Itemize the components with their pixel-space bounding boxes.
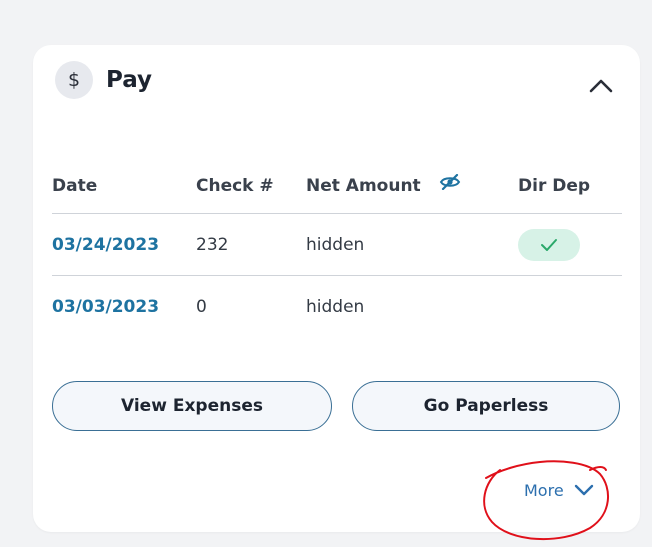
collapse-button[interactable] (586, 71, 616, 101)
check-number-cell: 232 (196, 213, 306, 276)
chevron-up-icon (589, 79, 613, 93)
date-cell: 03/03/2023 (52, 276, 196, 338)
more-label: More (524, 481, 564, 500)
check-date-link[interactable]: 03/24/2023 (52, 235, 159, 255)
net-amount-cell: hidden (306, 296, 365, 317)
header-net-amount-label: Net Amount (306, 176, 421, 196)
eye-slash-icon[interactable] (439, 173, 461, 195)
dir-dep-badge (518, 228, 580, 261)
more-button[interactable]: More (524, 481, 594, 500)
pay-card: $ Pay Date Check # Net Amount Dir Dep 03… (33, 45, 640, 532)
header-date[interactable]: Date (52, 159, 196, 214)
header-check[interactable]: Check # (196, 159, 306, 214)
table-header-row: Date Check # Net Amount Dir Dep (52, 159, 622, 214)
checkmark-icon (541, 238, 557, 251)
check-date-link[interactable]: 03/03/2023 (52, 297, 159, 317)
header-dir-dep[interactable]: Dir Dep (518, 159, 622, 214)
go-paperless-button[interactable]: Go Paperless (352, 381, 620, 431)
dir-dep-cell (518, 276, 622, 338)
table-row: 03/24/2023 232 hidden (52, 213, 622, 276)
view-expenses-button[interactable]: View Expenses (52, 381, 332, 431)
card-title: Pay (106, 67, 153, 93)
dollar-icon: $ (55, 61, 93, 99)
dir-dep-cell (518, 213, 622, 276)
net-amount-cell: hidden (306, 213, 518, 276)
card-header: $ Pay (55, 61, 152, 99)
header-net-amount[interactable]: Net Amount (306, 159, 518, 214)
check-number-cell: 0 (196, 296, 207, 317)
table-row: 03/03/2023 0 hidden (52, 276, 622, 338)
chevron-down-icon (574, 484, 593, 496)
date-cell: 03/24/2023 (52, 213, 196, 276)
pay-table: Date Check # Net Amount Dir Dep 03/24/20… (52, 159, 622, 337)
